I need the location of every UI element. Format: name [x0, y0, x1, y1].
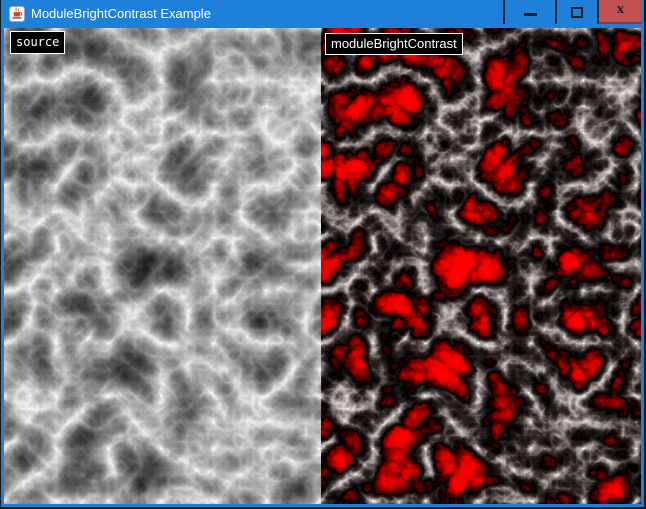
app-window: ModuleBrightContrast Example x [1, 0, 644, 507]
maximize-icon [571, 7, 583, 18]
source-image-panel: source [4, 28, 321, 504]
minimize-icon [524, 13, 537, 16]
window-controls: x [503, 0, 642, 24]
maximize-button[interactable] [555, 0, 597, 24]
source-label: source [10, 31, 65, 54]
content-area: source moduleBrightCont [4, 28, 641, 504]
close-icon: x [617, 3, 624, 19]
module-output-image [321, 28, 641, 504]
module-output-panel: moduleBrightContrast [321, 28, 641, 504]
window-title: ModuleBrightContrast Example [31, 0, 211, 27]
close-button[interactable]: x [597, 0, 642, 24]
source-noise-image [4, 28, 321, 504]
java-app-icon [9, 6, 25, 22]
minimize-button[interactable] [503, 0, 555, 24]
titlebar[interactable]: ModuleBrightContrast Example x [1, 0, 644, 28]
module-label: moduleBrightContrast [325, 33, 463, 55]
